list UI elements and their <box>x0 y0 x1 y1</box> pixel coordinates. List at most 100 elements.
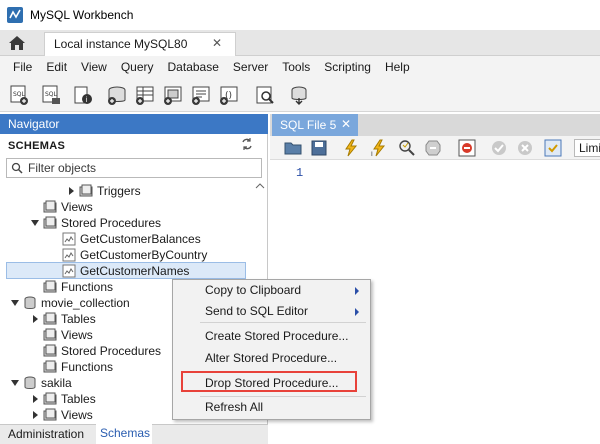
menu-item-copy-to-clipboard[interactable]: Copy to Clipboard <box>205 283 301 297</box>
menu-server[interactable]: Server <box>226 56 275 78</box>
menu-item-send-to-sql-editor[interactable]: Send to SQL Editor <box>205 304 308 318</box>
folder-icon <box>43 392 57 405</box>
tree-label: Stored Procedures <box>61 216 162 230</box>
tree-label: Functions <box>61 280 114 294</box>
folder-icon <box>43 360 57 373</box>
create-view-icon[interactable] <box>162 84 184 106</box>
tree-node-functions[interactable]: Functions <box>43 359 113 375</box>
stop-icon[interactable] <box>424 139 442 157</box>
limit-rows-select[interactable]: Limit <box>574 139 600 157</box>
tree-node-functions[interactable]: Functions <box>43 279 113 295</box>
submenu-arrow-icon <box>355 308 359 316</box>
folder-icon <box>43 200 57 213</box>
search-table-data-icon[interactable] <box>254 84 276 106</box>
menu-item-drop-stored-procedure[interactable]: Drop Stored Procedure... <box>205 376 338 390</box>
tree-label: Tables <box>61 392 96 406</box>
line-number: 1 <box>296 166 304 180</box>
menu-help[interactable]: Help <box>378 56 417 78</box>
tree-node-schema[interactable]: sakila <box>10 375 72 391</box>
new-sql-tab-icon[interactable]: SQL <box>8 84 30 106</box>
expand-arrow-icon[interactable] <box>30 314 40 324</box>
expand-arrow-icon[interactable] <box>66 186 76 196</box>
folder-icon <box>43 216 57 229</box>
tree-label: Tables <box>61 312 96 326</box>
open-folder-icon[interactable] <box>284 139 302 157</box>
menu-scripting[interactable]: Scripting <box>317 56 378 78</box>
collapse-arrow-icon[interactable] <box>10 378 20 388</box>
folder-icon <box>43 408 57 421</box>
tree-node-procedure[interactable]: GetCustomerByCountry <box>62 247 207 263</box>
menu-database[interactable]: Database <box>161 56 226 78</box>
tree-label: movie_collection <box>41 296 130 310</box>
tree-label: Stored Procedures <box>61 344 162 358</box>
svg-text:SQL: SQL <box>45 91 58 98</box>
autocommit-icon[interactable] <box>544 139 562 157</box>
menu-view[interactable]: View <box>74 56 114 78</box>
mysql-workbench-logo-icon <box>7 7 23 23</box>
submenu-arrow-icon <box>355 287 359 295</box>
collapse-arrow-icon[interactable] <box>30 218 40 228</box>
create-schema-icon[interactable] <box>106 84 128 106</box>
tree-node-views[interactable]: Views <box>43 199 93 215</box>
database-icon <box>24 376 36 389</box>
tree-node-views[interactable]: Views <box>30 407 93 423</box>
database-icon <box>24 296 36 309</box>
navigator-header: Navigator <box>0 114 268 134</box>
folder-icon <box>43 328 57 341</box>
menu-edit[interactable]: Edit <box>39 56 74 78</box>
expand-arrow-icon[interactable] <box>30 410 40 420</box>
create-function-icon[interactable]: () <box>218 84 240 106</box>
open-sql-script-icon[interactable]: SQL <box>40 84 62 106</box>
menu-tools[interactable]: Tools <box>275 56 317 78</box>
save-icon[interactable] <box>310 139 328 157</box>
tree-label: GetCustomerNames <box>80 264 190 278</box>
execute-icon[interactable] <box>342 139 360 157</box>
home-tab[interactable] <box>0 30 34 56</box>
menu-item-alter-stored-procedure[interactable]: Alter Stored Procedure... <box>205 351 337 365</box>
filter-objects-input[interactable] <box>28 159 258 177</box>
tree-label: Views <box>61 408 93 422</box>
menu-file[interactable]: File <box>6 56 39 78</box>
tree-label: GetCustomerBalances <box>80 232 201 246</box>
menu-separator <box>200 396 366 397</box>
tree-label: Views <box>61 200 93 214</box>
tree-label: Triggers <box>97 184 141 198</box>
tree-node-tables[interactable]: Tables <box>30 391 96 407</box>
create-procedure-icon[interactable] <box>190 84 212 106</box>
close-tab-icon[interactable]: ✕ <box>212 36 222 50</box>
toggle-continue-on-error-icon[interactable] <box>458 139 476 157</box>
tree-node-schema[interactable]: movie_collection <box>10 295 130 311</box>
close-tab-icon[interactable]: ✕ <box>341 117 351 131</box>
tree-node-views[interactable]: Views <box>43 327 93 343</box>
rollback-icon[interactable] <box>516 139 534 157</box>
tree-node-procedure[interactable]: GetCustomerBalances <box>62 231 201 247</box>
reconnect-icon[interactable] <box>288 84 310 106</box>
menu-separator <box>200 322 366 323</box>
refresh-icon[interactable] <box>240 137 254 151</box>
menu-item-refresh-all[interactable]: Refresh All <box>205 400 263 414</box>
inspector-icon[interactable]: i <box>72 84 94 106</box>
menu-bar: File Edit View Query Database Server Too… <box>0 56 600 78</box>
connection-tab-label: Local instance MySQL80 <box>54 37 188 51</box>
tree-node-stored-procedures[interactable]: Stored Procedures <box>43 343 161 359</box>
menu-query[interactable]: Query <box>114 56 161 78</box>
tree-node-tables[interactable]: Tables <box>30 311 96 327</box>
tab-schemas[interactable]: Schemas <box>96 424 152 444</box>
window-title: MySQL Workbench <box>30 8 134 22</box>
stored-procedure-icon <box>62 232 76 246</box>
expand-arrow-icon[interactable] <box>30 394 40 404</box>
home-icon <box>9 36 25 50</box>
tree-node-procedure-selected[interactable]: GetCustomerNames <box>62 263 189 279</box>
commit-icon[interactable] <box>490 139 508 157</box>
tree-label: GetCustomerByCountry <box>80 248 208 262</box>
create-table-icon[interactable] <box>134 84 156 106</box>
explain-icon[interactable] <box>398 139 416 157</box>
tree-node-triggers[interactable]: Triggers <box>66 183 141 199</box>
menu-item-create-stored-procedure[interactable]: Create Stored Procedure... <box>205 329 348 343</box>
tree-node-stored-procedures[interactable]: Stored Procedures <box>30 215 161 231</box>
tab-administration[interactable]: Administration <box>8 427 84 441</box>
collapse-arrow-icon[interactable] <box>10 298 20 308</box>
tree-label: Functions <box>61 360 114 374</box>
folder-icon <box>79 184 93 197</box>
execute-current-icon[interactable]: I <box>370 139 388 157</box>
